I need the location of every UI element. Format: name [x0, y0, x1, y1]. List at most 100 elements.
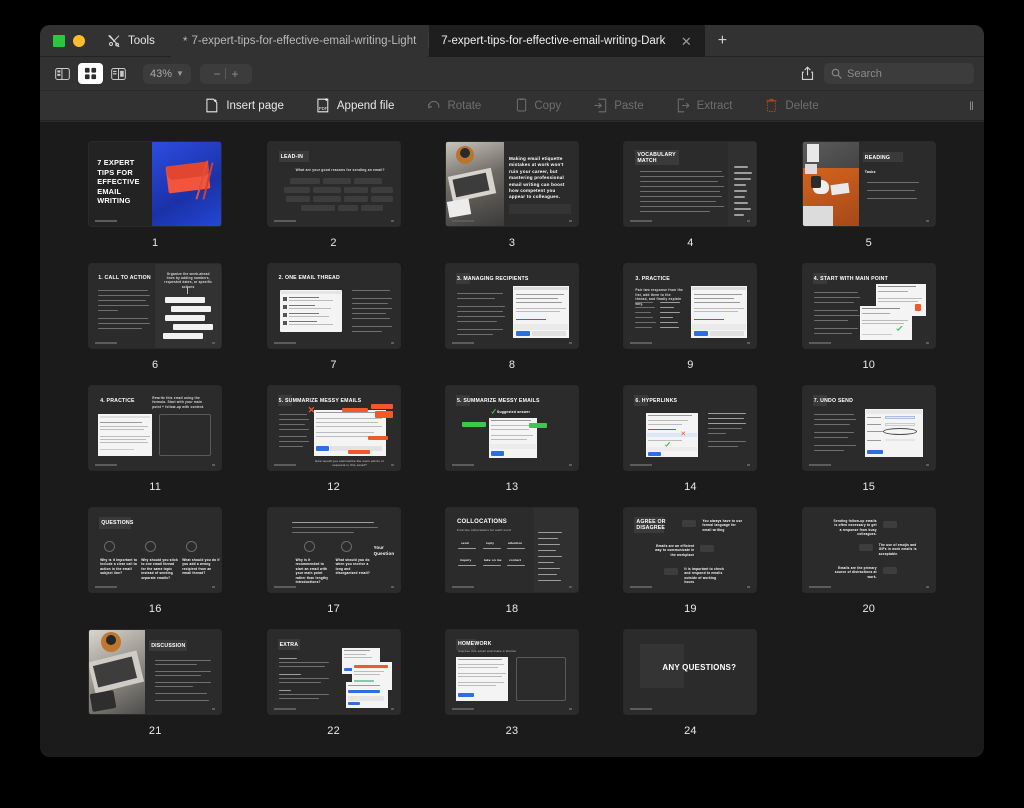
page-number: 12	[327, 481, 340, 493]
page-thumbnail-14[interactable]: 6. HYPERLINKS ✕	[624, 386, 757, 470]
page-thumbnail-7[interactable]: 2. ONE EMAIL THREAD	[267, 264, 400, 348]
page-cell[interactable]: 2. ONE EMAIL THREAD 7	[244, 264, 422, 386]
page-thumbnail-19[interactable]: AGREE OR DISAGREE You always have to use…	[624, 508, 757, 592]
extract-button[interactable]: Extract	[660, 91, 749, 121]
page-thumbnail-20[interactable]: Sending follow-up emails is often necess…	[802, 508, 935, 592]
sidebar-icon	[55, 67, 70, 80]
split-view-button[interactable]	[106, 63, 131, 84]
page-number: 11	[149, 481, 162, 493]
window-controls[interactable]	[40, 25, 97, 56]
page-cell[interactable]: QUESTIONS Why is it important to include…	[66, 508, 244, 630]
append-file-icon: PDF	[316, 98, 331, 113]
page-cell[interactable]: DISCUSSION 21	[66, 630, 244, 752]
insert-page-icon	[205, 98, 220, 113]
page-cell[interactable]: ANY QUESTIONS? 24	[601, 630, 779, 752]
slide-title: 1. CALL TO ACTION	[98, 275, 151, 281]
page-thumbnail-4[interactable]: VOCABULARY MATCH	[624, 142, 757, 226]
page-thumbnail-area[interactable]: 7 EXPERT TIPS FOR EFFECTIVE EMAIL WRITIN…	[40, 122, 984, 757]
copy-button[interactable]: Copy	[497, 91, 577, 121]
minimize-window-button[interactable]	[73, 34, 85, 47]
page-number: 3	[508, 237, 516, 249]
page-thumbnail-21[interactable]: DISCUSSION	[89, 630, 222, 714]
zoom-in-button[interactable]: +	[231, 67, 238, 81]
slide-subtitle: What are your good reasons for sending a…	[295, 168, 385, 172]
svg-text:PDF: PDF	[319, 106, 328, 111]
slide-title: 4. START WITH MAIN POINT	[813, 276, 888, 282]
slide-title: QUESTIONS	[101, 520, 134, 526]
maximize-window-button[interactable]	[53, 34, 65, 47]
page-cell[interactable]: 4. START WITH MAIN POINT 10	[780, 264, 958, 386]
page-cell[interactable]: EXTRA 22	[244, 630, 422, 752]
page-thumbnail-9[interactable]: 3. PRACTICE Pair two response from the l…	[624, 264, 757, 348]
page-cell[interactable]: 6. HYPERLINKS ✕ 14	[601, 386, 779, 508]
zoom-stepper[interactable]: − +	[199, 63, 252, 84]
new-tab-button[interactable]: +	[705, 25, 739, 56]
page-thumbnail-22[interactable]: EXTRA	[267, 630, 400, 714]
tab-light-document[interactable]: * 7-expert-tips-for-effective-email-writ…	[170, 25, 429, 57]
page-cell[interactable]: COLLOCATIONS Find two collocations for e…	[423, 508, 601, 630]
page-cell[interactable]: Sending follow-up emails is often necess…	[780, 508, 958, 630]
tools-button[interactable]: Tools	[97, 25, 171, 56]
page-number: 23	[505, 725, 519, 737]
share-button[interactable]	[794, 66, 820, 81]
paste-button[interactable]: Paste	[577, 91, 659, 121]
slide-title: 6. HYPERLINKS	[635, 398, 678, 404]
append-file-button[interactable]: PDF Append file	[300, 91, 411, 121]
close-tab-icon[interactable]: ✕	[679, 34, 693, 48]
slide-body: Making email etiquette mistakes at work …	[508, 156, 565, 200]
page-cell[interactable]: 7 EXPERT TIPS FOR EFFECTIVE EMAIL WRITIN…	[66, 142, 244, 264]
delete-label: Delete	[785, 99, 819, 112]
split-view-icon	[111, 67, 126, 80]
page-thumbnail-16[interactable]: QUESTIONS Why is it important to include…	[89, 508, 222, 592]
zoom-level-selector[interactable]: 43% ▼	[143, 63, 191, 84]
title-bar: Tools * 7-expert-tips-for-effective-emai…	[40, 25, 984, 57]
page-thumbnail-15[interactable]: 7. UNDO SEND	[802, 386, 935, 470]
page-thumbnail-8[interactable]: 3. MANAGING RECIPIENTS	[445, 264, 578, 348]
page-thumbnail-5[interactable]: READING Tasks	[802, 142, 935, 226]
page-cell[interactable]: 7. UNDO SEND 15	[780, 386, 958, 508]
page-cell[interactable]: HOMEWORK Improve this email and make it …	[423, 630, 601, 752]
delete-button[interactable]: Delete	[748, 91, 834, 121]
page-cell[interactable]: VOCABULARY MATCH 4	[601, 142, 779, 264]
page-cell[interactable]: 5. SUMMARIZE MESSY EMAILS ✕ How would yo…	[244, 386, 422, 508]
append-file-label: Append file	[336, 99, 395, 112]
page-thumbnail-10[interactable]: 4. START WITH MAIN POINT	[802, 264, 935, 348]
tab-dark-document[interactable]: 7-expert-tips-for-effective-email-writin…	[429, 25, 706, 57]
page-cell[interactable]: 3. PRACTICE Pair two response from the l…	[601, 264, 779, 386]
grid-view-icon	[84, 67, 97, 80]
page-cell[interactable]: 5. SUMMARIZE MESSY EMAILS Suggested answ…	[423, 386, 601, 508]
page-cell[interactable]: Why is it recommended to start an email …	[244, 508, 422, 630]
page-thumbnail-23[interactable]: HOMEWORK Improve this email and make it …	[445, 630, 578, 714]
page-cell[interactable]: 3. MANAGING RECIPIENTS 8	[423, 264, 601, 386]
page-thumbnail-1[interactable]: 7 EXPERT TIPS FOR EFFECTIVE EMAIL WRITIN…	[89, 142, 222, 226]
page-thumbnail-13[interactable]: 5. SUMMARIZE MESSY EMAILS Suggested answ…	[445, 386, 578, 470]
overflow-handle[interactable]: ‖	[969, 91, 974, 121]
page-cell[interactable]: 1. CALL TO ACTION Organize the week-ahea…	[66, 264, 244, 386]
rotate-button[interactable]: Rotate	[410, 91, 497, 121]
sidebar-view-button[interactable]	[50, 63, 75, 84]
slide-subtitle: Suggested answer	[496, 410, 531, 414]
page-cell[interactable]: READING Tasks 5	[780, 142, 958, 264]
grid-view-button[interactable]	[78, 63, 103, 84]
page-thumbnail-11[interactable]: 4. PRACTICE Rewrite this email using the…	[89, 386, 222, 470]
insert-page-button[interactable]: Insert page	[189, 91, 300, 121]
page-cell[interactable]: AGREE OR DISAGREE You always have to use…	[601, 508, 779, 630]
page-thumbnail-17[interactable]: Why is it recommended to start an email …	[267, 508, 400, 592]
slide-subtitle: Improve this email and make it shorter	[457, 649, 517, 653]
page-thumbnail-18[interactable]: COLLOCATIONS Find two collocations for e…	[445, 508, 578, 592]
page-number: 4	[687, 237, 694, 249]
page-thumbnail-6[interactable]: 1. CALL TO ACTION Organize the week-ahea…	[89, 264, 222, 348]
tools-label: Tools	[128, 34, 155, 47]
search-field[interactable]: Search	[824, 63, 974, 84]
page-number: 10	[862, 359, 876, 371]
page-cell[interactable]: LEAD-IN What are your good reasons for s…	[244, 142, 422, 264]
page-cell[interactable]: 4. PRACTICE Rewrite this email using the…	[66, 386, 244, 508]
page-thumbnail-3[interactable]: Making email etiquette mistakes at work …	[445, 142, 578, 226]
page-thumbnail-12[interactable]: 5. SUMMARIZE MESSY EMAILS ✕ How would yo…	[267, 386, 400, 470]
search-placeholder: Search	[847, 67, 882, 80]
page-cell[interactable]: Making email etiquette mistakes at work …	[423, 142, 601, 264]
page-number: 17	[327, 603, 340, 615]
zoom-out-button[interactable]: −	[213, 67, 220, 81]
page-thumbnail-2[interactable]: LEAD-IN What are your good reasons for s…	[267, 142, 400, 226]
page-thumbnail-24[interactable]: ANY QUESTIONS?	[624, 630, 757, 714]
